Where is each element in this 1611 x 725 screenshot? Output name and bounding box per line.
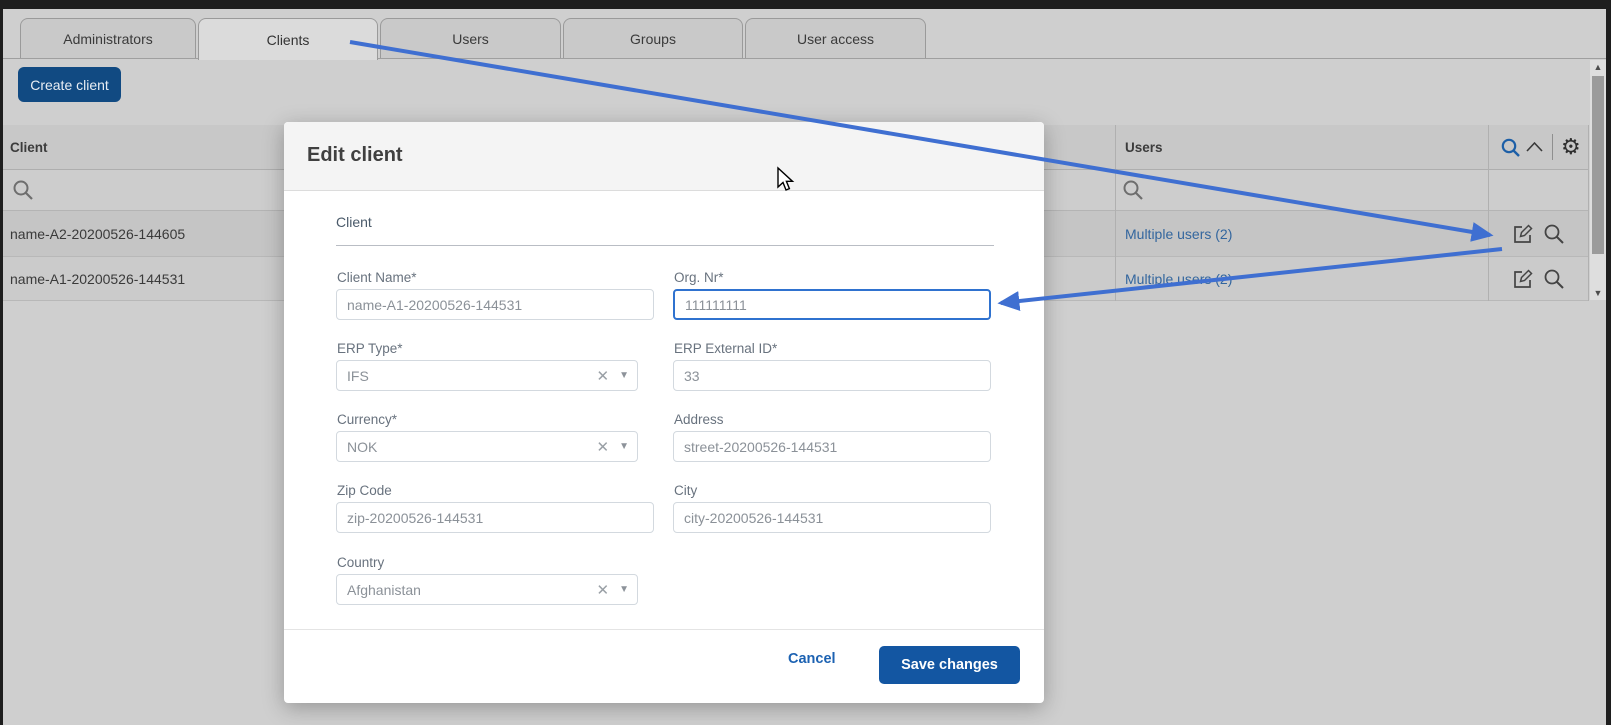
client-filter-search-icon[interactable] <box>12 170 34 210</box>
tab-administrators[interactable]: Administrators <box>20 18 196 58</box>
section-heading: Client <box>336 214 372 230</box>
column-header-client[interactable]: Client <box>10 125 48 169</box>
field-city: City <box>673 502 991 533</box>
column-divider <box>1488 125 1489 301</box>
tab-label: User access <box>797 31 874 47</box>
field-label: Address <box>674 412 724 427</box>
org-nr-input[interactable] <box>673 289 991 320</box>
cancel-button[interactable]: Cancel <box>782 650 842 668</box>
dropdown-caret-icon[interactable]: ▼ <box>619 441 629 452</box>
tab-label: Clients <box>267 32 310 48</box>
clear-selection-icon[interactable]: ✕ <box>597 438 610 456</box>
section-divider <box>336 245 994 246</box>
users-filter-search-icon[interactable] <box>1122 170 1144 210</box>
save-changes-button[interactable]: Save changes <box>879 646 1020 684</box>
client-name-input[interactable] <box>336 289 654 320</box>
field-label: Country <box>337 555 384 570</box>
window-right-edge <box>1606 0 1611 725</box>
footer-divider <box>284 629 1044 630</box>
clear-selection-icon[interactable]: ✕ <box>597 581 610 599</box>
edit-client-icon[interactable] <box>1512 268 1534 290</box>
field-zip-code: Zip Code <box>336 502 654 533</box>
address-input[interactable] <box>673 431 991 462</box>
table-settings-gear-icon[interactable]: ⚙ <box>1561 136 1581 158</box>
field-label: ERP Type* <box>337 341 403 356</box>
field-label: ERP External ID* <box>674 341 777 356</box>
client-name-cell: name-A2-20200526-144605 <box>10 211 185 256</box>
selected-value: Afghanistan <box>347 582 597 598</box>
edit-client-dialog: Edit client Client Client Name* Org. Nr*… <box>284 122 1044 703</box>
clear-selection-icon[interactable]: ✕ <box>597 367 610 385</box>
scroll-up-icon[interactable]: ▲ <box>1590 60 1606 74</box>
dropdown-caret-icon[interactable]: ▼ <box>619 584 629 595</box>
field-label: Client Name* <box>337 270 417 285</box>
field-erp-external-id: ERP External ID* <box>673 360 991 391</box>
selected-value: IFS <box>347 368 597 384</box>
tab-groups[interactable]: Groups <box>563 18 743 58</box>
field-label: Currency* <box>337 412 397 427</box>
tab-label: Groups <box>630 31 676 47</box>
window-top-edge <box>0 0 1611 9</box>
window-left-edge <box>0 0 3 725</box>
country-select[interactable]: Afghanistan ✕ ▼ <box>336 574 638 605</box>
city-input[interactable] <box>673 502 991 533</box>
column-divider <box>1115 125 1116 301</box>
view-client-icon[interactable] <box>1543 268 1565 290</box>
dialog-header: Edit client <box>284 122 1044 191</box>
field-erp-type: ERP Type* IFS ✕ ▼ <box>336 360 638 391</box>
multiple-users-link[interactable]: Multiple users (2) <box>1125 226 1232 242</box>
field-label: Zip Code <box>337 483 392 498</box>
edit-client-icon[interactable] <box>1512 223 1534 245</box>
dialog-title: Edit client <box>307 144 403 167</box>
zip-code-input[interactable] <box>336 502 654 533</box>
tab-label: Administrators <box>63 31 152 47</box>
table-right-edge <box>1588 125 1589 301</box>
field-client-name: Client Name* <box>336 289 654 320</box>
field-address: Address <box>673 431 991 462</box>
dropdown-caret-icon[interactable]: ▼ <box>619 370 629 381</box>
tab-label: Users <box>452 31 489 47</box>
column-header-users[interactable]: Users <box>1125 125 1163 169</box>
field-label: City <box>674 483 697 498</box>
field-org-nr: Org. Nr* <box>673 289 991 320</box>
view-client-icon[interactable] <box>1543 223 1565 245</box>
scroll-down-icon[interactable]: ▼ <box>1590 286 1606 300</box>
field-label: Org. Nr* <box>674 270 724 285</box>
scrollbar-thumb[interactable] <box>1592 76 1604 254</box>
field-currency: Currency* NOK ✕ ▼ <box>336 431 638 462</box>
tab-users[interactable]: Users <box>380 18 561 58</box>
client-name-cell: name-A1-20200526-144531 <box>10 257 185 300</box>
currency-select[interactable]: NOK ✕ ▼ <box>336 431 638 462</box>
header-icon-divider <box>1552 134 1553 160</box>
collapse-chevron-up-icon[interactable] <box>1525 141 1544 153</box>
vertical-scrollbar[interactable]: ▲ ▼ <box>1590 60 1606 300</box>
erp-type-select[interactable]: IFS ✕ ▼ <box>336 360 638 391</box>
create-client-button[interactable]: Create client <box>18 67 121 102</box>
multiple-users-link[interactable]: Multiple users (2) <box>1125 271 1232 287</box>
tab-user-access[interactable]: User access <box>745 18 926 58</box>
tab-clients[interactable]: Clients <box>198 18 378 60</box>
erp-external-id-input[interactable] <box>673 360 991 391</box>
field-country: Country Afghanistan ✕ ▼ <box>336 574 638 605</box>
selected-value: NOK <box>347 439 597 455</box>
table-search-icon[interactable] <box>1500 137 1521 158</box>
app-window: Administrators Clients Users Groups User… <box>0 0 1611 725</box>
